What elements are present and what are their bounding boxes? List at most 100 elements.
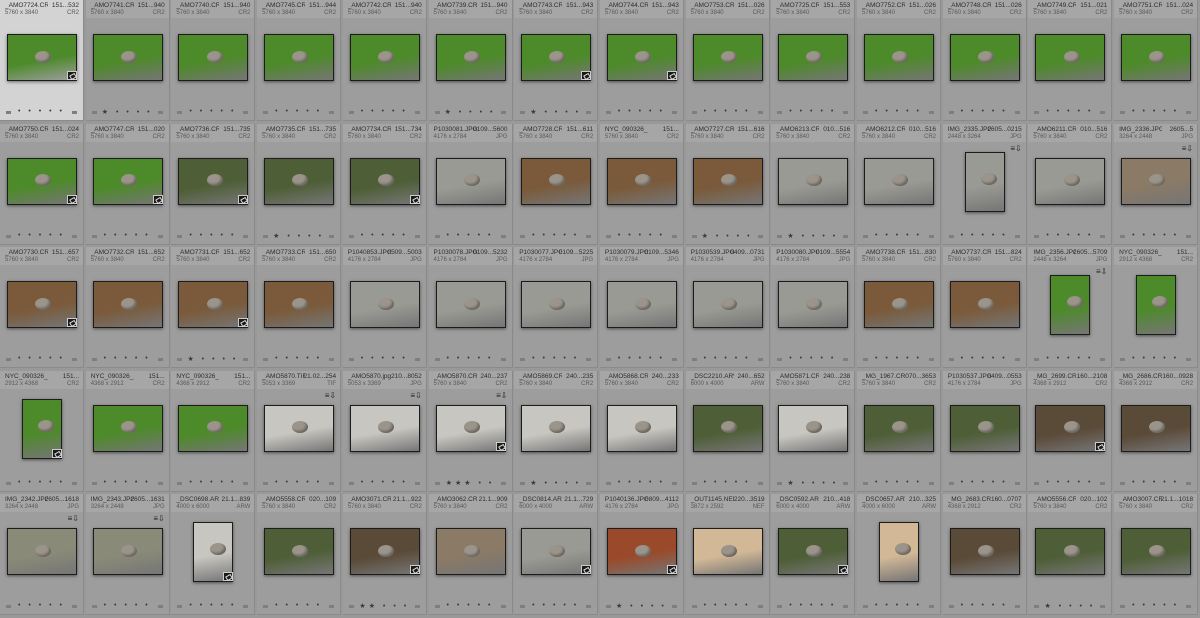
thumbnail-image[interactable] bbox=[1035, 528, 1106, 575]
thumbnail-image[interactable] bbox=[1035, 34, 1106, 81]
grid-cell[interactable]: _AMO7752.CR2 151...026 5760 x 3840 CR2 • • •… bbox=[857, 0, 941, 121]
star-rating[interactable]: • • • • • bbox=[171, 479, 254, 486]
grid-cell[interactable]: _AMO5871.CR2 240...238 5760 x 3840 CR2 ★ • •… bbox=[771, 370, 856, 492]
star-rating[interactable]: • • • • • bbox=[857, 232, 940, 239]
color-label-icon[interactable] bbox=[757, 605, 763, 608]
grid-cell[interactable]: _AMO7751.CR2 151...024 5760 x 3840 CR2 • • •… bbox=[1114, 0, 1199, 121]
color-label-icon[interactable] bbox=[1186, 481, 1192, 485]
star-rating[interactable]: • • • • • bbox=[343, 479, 426, 486]
grid-cell[interactable]: _AMO7725.CR2 151...553 5760 x 3840 CR2 • • •… bbox=[771, 0, 856, 121]
star-rating[interactable]: ★★ • • • bbox=[343, 602, 426, 610]
grid-cell[interactable]: _AMO3062.CR2 21.1...909 5760 x 3840 CR2 • • … bbox=[428, 494, 513, 615]
thumbnail-image[interactable] bbox=[606, 404, 677, 452]
thumbnail-image[interactable] bbox=[778, 281, 849, 328]
color-label-icon[interactable] bbox=[72, 481, 77, 485]
thumbnail-image[interactable] bbox=[178, 34, 249, 81]
color-label-icon[interactable] bbox=[72, 358, 77, 361]
thumbnail-image[interactable] bbox=[435, 281, 506, 328]
color-label-icon[interactable] bbox=[329, 481, 335, 485]
star-rating[interactable]: • • • • • bbox=[857, 602, 940, 609]
grid-cell[interactable]: IMG_2336.JPG 2605...5 3264 x 2448 JPG ≡⇩ • • … bbox=[1114, 123, 1199, 245]
thumbnail-image[interactable] bbox=[349, 34, 420, 81]
color-label-icon[interactable] bbox=[500, 111, 506, 114]
color-label-icon[interactable] bbox=[757, 481, 763, 485]
color-label-icon[interactable] bbox=[414, 481, 420, 485]
grid-cell[interactable]: _AMO7728.CR2 151...611 5760 x 3840 CR2 • • •… bbox=[514, 123, 599, 245]
grid-cell[interactable]: P1030078.JPG 0109...5232 4176 x 2784 JPG • •… bbox=[428, 247, 513, 368]
star-rating[interactable]: • • • • • bbox=[771, 108, 854, 115]
stack-icon[interactable]: ≡⇩ bbox=[68, 514, 79, 523]
grid-cell[interactable]: _AMO7735.CR2 151...735 5760 x 3840 CR2 ★ • •… bbox=[257, 123, 342, 245]
color-label-icon[interactable] bbox=[72, 111, 77, 114]
thumbnail-image[interactable] bbox=[178, 404, 249, 452]
color-label-icon[interactable] bbox=[414, 358, 420, 361]
color-label-icon[interactable] bbox=[1186, 111, 1192, 114]
thumbnail-image[interactable] bbox=[864, 34, 934, 81]
thumbnail-image[interactable] bbox=[1050, 275, 1091, 335]
star-rating[interactable]: • • • • • bbox=[600, 479, 683, 486]
star-rating[interactable]: • • • • • bbox=[343, 355, 426, 362]
color-label-icon[interactable] bbox=[1100, 111, 1106, 114]
grid-cell[interactable]: _AMO5556.CR2 020...102 5760 x 3840 CR2 ★ • •… bbox=[1028, 494, 1113, 615]
grid-cell[interactable]: _AMO7731.CR2 151...652 5760 x 3840 CR2 ★ • •… bbox=[171, 247, 256, 368]
color-label-icon[interactable] bbox=[843, 234, 849, 238]
grid-cell[interactable]: _AMO7749.CR2 151...021 5760 x 3840 CR2 • • •… bbox=[1028, 0, 1113, 121]
grid-cell[interactable]: _DSC0657.ARW210...325 4000 x 6000 ARW • • •… bbox=[857, 494, 941, 615]
grid-cell[interactable]: _AMO5558.CR2 020...109 5760 x 3840 CR2 • • •… bbox=[257, 494, 342, 615]
star-rating[interactable]: • • • • • bbox=[171, 108, 254, 115]
grid-cell[interactable]: _AMO3007.CR2 21.1...1018 5760 x 3840 CR2 • •… bbox=[1114, 494, 1199, 615]
thumbnail-image[interactable] bbox=[435, 528, 506, 575]
grid-cell[interactable]: P1040853.JPG 0509...5003 4176 x 2784 JPG • •… bbox=[342, 247, 427, 368]
thumbnail-image[interactable] bbox=[949, 34, 1020, 81]
color-label-icon[interactable] bbox=[1014, 111, 1020, 114]
thumbnail-image[interactable] bbox=[349, 281, 420, 328]
thumbnail-image[interactable] bbox=[1136, 275, 1177, 335]
thumbnail-image[interactable] bbox=[92, 34, 163, 81]
star-rating[interactable]: • • • • • bbox=[429, 232, 512, 239]
star-rating[interactable]: • • • • • bbox=[857, 355, 940, 362]
thumbnail-image[interactable] bbox=[92, 404, 163, 452]
thumbnail-image[interactable] bbox=[778, 404, 849, 452]
color-label-icon[interactable] bbox=[243, 605, 249, 608]
grid-cell[interactable]: _AMO7740.CR2 151...940 5760 x 3840 CR2 • • •… bbox=[171, 0, 256, 121]
color-label-icon[interactable] bbox=[843, 481, 849, 485]
color-label-icon[interactable] bbox=[671, 481, 677, 485]
grid-cell[interactable]: _AMO7753.CR2 151...026 5760 x 3840 CR2 • • •… bbox=[685, 0, 770, 121]
star-rating[interactable]: • • • • • bbox=[86, 355, 169, 362]
color-label-icon[interactable] bbox=[1014, 605, 1020, 608]
color-label-icon[interactable] bbox=[243, 358, 249, 361]
star-rating[interactable]: • • • • • bbox=[943, 232, 1026, 239]
star-rating[interactable]: • • • • • bbox=[257, 108, 340, 115]
star-rating[interactable]: ★ • • • • bbox=[771, 232, 854, 240]
color-label-icon[interactable] bbox=[500, 481, 506, 485]
color-label-icon[interactable] bbox=[671, 605, 677, 608]
thumbnail-image[interactable] bbox=[7, 528, 77, 575]
color-label-icon[interactable] bbox=[586, 358, 592, 361]
grid-cell[interactable]: _AMO7748.CR2 151...026 5760 x 3840 CR2 • • •… bbox=[942, 0, 1027, 121]
grid-cell[interactable]: IMG_2335.JPG 2605...0215 2448 x 3264 JPG ≡⇩ •… bbox=[942, 123, 1027, 245]
color-label-icon[interactable] bbox=[586, 605, 592, 608]
star-rating[interactable]: • • • • • bbox=[857, 108, 940, 115]
grid-cell[interactable]: _DSC0814.ARW21.1...729 6000 x 4000 ARW • • … bbox=[514, 494, 599, 615]
star-rating[interactable]: • • • • • bbox=[514, 355, 597, 362]
color-label-icon[interactable] bbox=[72, 234, 77, 238]
star-rating[interactable]: • • • • • bbox=[1114, 602, 1197, 609]
star-rating[interactable]: • • • • • bbox=[429, 602, 512, 609]
color-label-icon[interactable] bbox=[1186, 605, 1192, 608]
grid-cell[interactable]: _MG_2686.CR2 160...0928 4368 x 2912 CR2 • • … bbox=[1114, 370, 1199, 492]
grid-cell[interactable]: IMG_2343.JPG 2605...1631 3264 x 2448 JPG ≡⇩ •… bbox=[85, 494, 170, 615]
thumbnail-image[interactable] bbox=[435, 34, 506, 81]
star-rating[interactable]: • • • • • bbox=[171, 602, 254, 609]
color-label-icon[interactable] bbox=[929, 234, 934, 238]
thumbnail-image[interactable] bbox=[264, 528, 335, 575]
stack-icon[interactable]: ≡⇩ bbox=[1182, 144, 1193, 153]
grid-cell[interactable]: NYC_090326_1046.CR2 151... 5760 x 3840 CR2 •… bbox=[599, 123, 684, 245]
star-rating[interactable]: • • • • • bbox=[943, 602, 1026, 609]
grid-cell[interactable]: _OUT1145.NEF 220...3519 3872 x 2592 NEF • • … bbox=[685, 494, 770, 615]
color-label-icon[interactable] bbox=[243, 481, 249, 485]
thumbnail-image[interactable] bbox=[264, 34, 335, 81]
star-rating[interactable]: • • • • • bbox=[1114, 479, 1197, 486]
color-label-icon[interactable] bbox=[1100, 605, 1106, 608]
thumbnail-image[interactable] bbox=[692, 528, 763, 575]
star-rating[interactable]: ★ • • • • bbox=[171, 355, 254, 363]
